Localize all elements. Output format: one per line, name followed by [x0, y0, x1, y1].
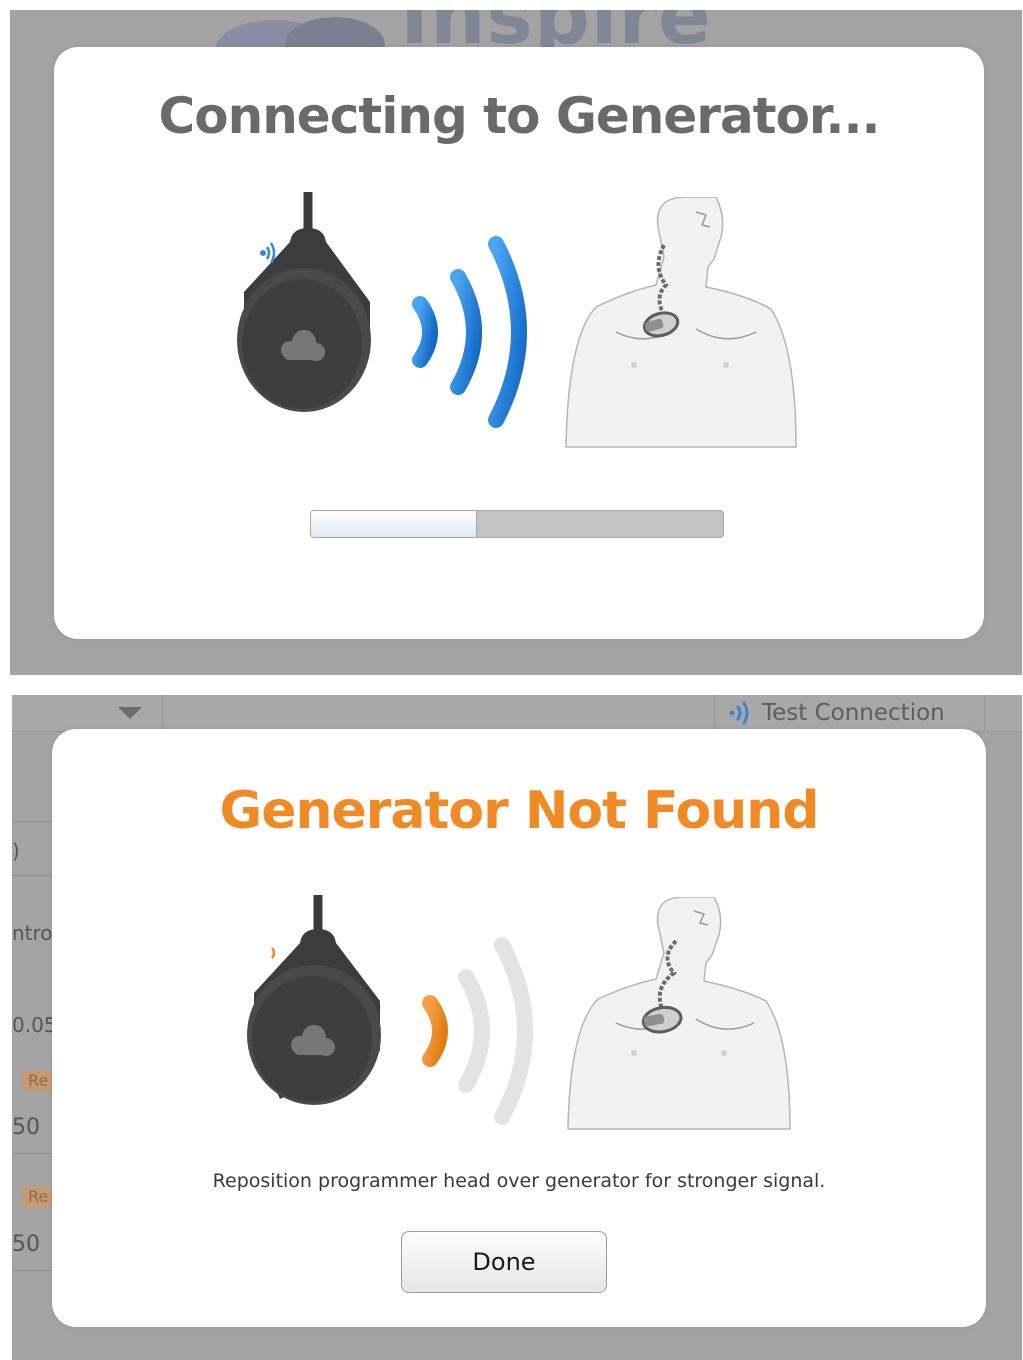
done-button[interactable]: Done — [401, 1231, 607, 1293]
not-found-screen: Test Connection ) ntrol 0.05 Re 50 Re 50… — [12, 695, 1022, 1360]
toolbar-divider — [162, 695, 163, 731]
patient-torso-icon — [565, 197, 797, 448]
background-logo-icon — [215, 17, 385, 50]
background-fragment: ) — [12, 839, 20, 863]
background-fragment: 50 — [12, 1232, 40, 1257]
reposition-message: Reposition programmer head over generato… — [212, 1170, 826, 1192]
signal-waves-icon — [412, 236, 527, 428]
connection-progress-bar — [310, 510, 724, 538]
programmer-head-icon — [247, 895, 381, 1105]
not-found-dialog: Generator Not Found Reposition programme… — [52, 729, 986, 1327]
connecting-screen: Inspire Connecting to Generator... — [10, 10, 1022, 675]
toolbar-divider — [714, 695, 715, 731]
background-tag: Re — [22, 1071, 55, 1091]
programmer-head-icon — [237, 192, 371, 412]
toolbar-divider — [984, 695, 985, 731]
progress-fill — [311, 511, 477, 537]
background-fragment: 0.05 — [12, 1013, 57, 1037]
background-tag: Re — [22, 1187, 55, 1207]
background-divider — [12, 1153, 52, 1154]
test-connection-label: Test Connection — [762, 700, 945, 726]
wireless-icon — [729, 701, 749, 725]
patient-torso-icon — [567, 897, 791, 1130]
dialog-title: Connecting to Generator... — [158, 87, 881, 145]
background-divider — [12, 821, 52, 822]
signal-waves-icon — [422, 937, 533, 1125]
wireless-small-icon — [260, 242, 276, 264]
test-connection-button[interactable]: Test Connection — [728, 698, 945, 728]
connecting-dialog: Connecting to Generator... — [54, 47, 984, 639]
background-fragment: 50 — [12, 1115, 40, 1140]
background-divider — [12, 875, 52, 876]
chevron-down-icon — [118, 707, 142, 719]
background-divider — [12, 1270, 52, 1271]
dialog-title: Generator Not Found — [219, 781, 820, 841]
wireless-small-icon — [270, 947, 276, 959]
